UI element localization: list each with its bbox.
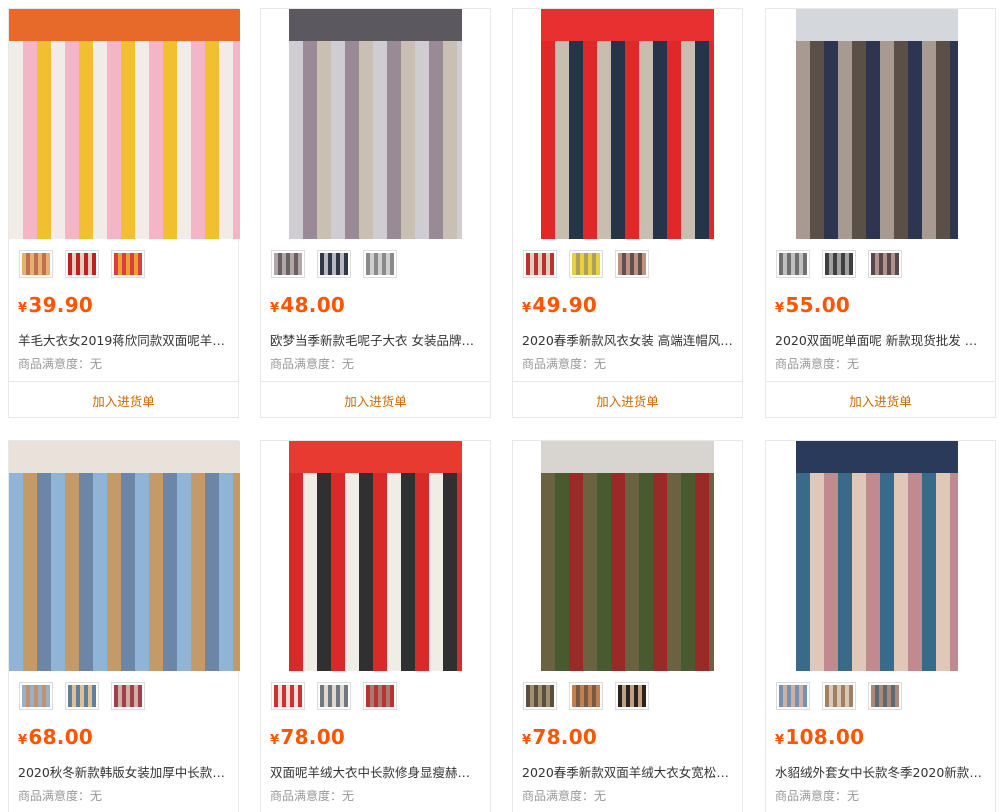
- thumbnail-image[interactable]: [317, 250, 351, 278]
- satisfaction-text: 商品满意度：无: [270, 357, 355, 371]
- satisfaction-text: 商品满意度：无: [775, 789, 860, 803]
- thumbnail-image[interactable]: [868, 250, 902, 278]
- thumbnail-image[interactable]: [19, 250, 53, 278]
- thumbnail-strip: [271, 250, 397, 278]
- product-price: ¥78.00: [270, 725, 345, 749]
- product-card[interactable]: ¥78.002020春季新款双面羊绒大衣女宽松款…商品满意度：无加入进货单: [512, 440, 743, 812]
- product-title[interactable]: 2020春季新款风衣女装 高端连帽风衣…: [522, 330, 734, 349]
- thumbnail-image[interactable]: [615, 682, 649, 710]
- thumbnail-strip: [776, 250, 902, 278]
- product-title[interactable]: 欧梦当季新款毛呢子大衣 女装品牌折…: [270, 330, 482, 349]
- product-image[interactable]: [289, 9, 462, 239]
- satisfaction-text: 商品满意度：无: [522, 789, 607, 803]
- currency-symbol: ¥: [270, 733, 280, 748]
- product-image[interactable]: [9, 9, 240, 239]
- currency-symbol: ¥: [522, 733, 532, 748]
- product-title[interactable]: 羊毛大衣女2019蒋欣同款双面呢羊绒…: [18, 330, 230, 349]
- product-image[interactable]: [796, 9, 958, 239]
- thumbnail-image[interactable]: [271, 250, 305, 278]
- currency-symbol: ¥: [18, 301, 28, 316]
- product-price: ¥68.00: [18, 725, 93, 749]
- thumbnail-image[interactable]: [615, 250, 649, 278]
- product-title[interactable]: 2020春季新款双面羊绒大衣女宽松款…: [522, 762, 734, 781]
- thumbnail-image[interactable]: [363, 250, 397, 278]
- product-price: ¥108.00: [775, 725, 864, 749]
- product-card[interactable]: ¥48.00 欧梦当季新款毛呢子大衣 女装品牌折… 商品满意度：无加入进货单: [260, 8, 491, 418]
- product-image[interactable]: [9, 441, 240, 671]
- currency-symbol: ¥: [522, 301, 532, 316]
- thumbnail-image[interactable]: [19, 682, 53, 710]
- thumbnail-strip: [523, 250, 649, 278]
- product-card[interactable]: ¥39.90 羊毛大衣女2019蒋欣同款双面呢羊绒… 商品满意度：无加入进货单: [8, 8, 240, 419]
- product-price: ¥48.00: [270, 293, 345, 317]
- currency-symbol: ¥: [775, 733, 785, 748]
- add-to-order-button[interactable]: 加入进货单: [261, 382, 490, 419]
- thumbnail-image[interactable]: [65, 682, 99, 710]
- thumbnail-image[interactable]: [523, 250, 557, 278]
- product-price: ¥55.00: [775, 293, 850, 317]
- satisfaction-text: 商品满意度：无: [270, 789, 355, 803]
- satisfaction-text: 商品满意度：无: [18, 789, 103, 803]
- thumbnail-strip: [523, 682, 649, 710]
- price-value: 68.00: [28, 725, 94, 749]
- price-value: 78.00: [532, 725, 598, 749]
- product-title[interactable]: 水貂绒外套女中长款冬季2020新款韩…: [775, 762, 987, 781]
- thumbnail-image[interactable]: [868, 682, 902, 710]
- product-image[interactable]: [541, 441, 714, 671]
- thumbnail-image[interactable]: [569, 250, 603, 278]
- price-value: 48.00: [280, 293, 346, 317]
- thumbnail-strip: [776, 682, 902, 710]
- add-to-order-button[interactable]: 加入进货单: [766, 382, 995, 419]
- satisfaction-text: 商品满意度：无: [775, 357, 860, 371]
- thumbnail-strip: [271, 682, 397, 710]
- product-card[interactable]: ¥55.00 2020双面呢单面呢 新款现货批发 秋… 商品满意度：无加入进货单: [765, 8, 996, 418]
- thumbnail-image[interactable]: [776, 250, 810, 278]
- thumbnail-image[interactable]: [363, 682, 397, 710]
- product-image[interactable]: [289, 441, 462, 671]
- thumbnail-image[interactable]: [822, 250, 856, 278]
- thumbnail-image[interactable]: [569, 682, 603, 710]
- product-title[interactable]: 双面呢羊绒大衣中长款修身显瘦赫本…: [270, 762, 482, 781]
- add-to-order-button[interactable]: 加入进货单: [9, 382, 238, 419]
- add-to-order-button[interactable]: 加入进货单: [513, 382, 742, 419]
- satisfaction-text: 商品满意度：无: [18, 357, 103, 371]
- thumbnail-image[interactable]: [317, 682, 351, 710]
- currency-symbol: ¥: [775, 301, 785, 316]
- product-title[interactable]: 2020双面呢单面呢 新款现货批发 秋…: [775, 330, 987, 349]
- price-value: 39.90: [28, 293, 94, 317]
- product-title[interactable]: 2020秋冬新款韩版女装加厚中长款毛…: [18, 762, 230, 781]
- thumbnail-image[interactable]: [111, 682, 145, 710]
- price-value: 108.00: [785, 725, 865, 749]
- thumbnail-image[interactable]: [776, 682, 810, 710]
- product-card[interactable]: ¥68.002020秋冬新款韩版女装加厚中长款毛…商品满意度：无加入进货单: [8, 440, 240, 812]
- product-price: ¥39.90: [18, 293, 93, 317]
- price-value: 55.00: [785, 293, 851, 317]
- thumbnail-strip: [19, 250, 145, 278]
- thumbnail-image[interactable]: [111, 250, 145, 278]
- price-value: 49.90: [532, 293, 598, 317]
- product-card[interactable]: ¥108.00水貂绒外套女中长款冬季2020新款韩…商品满意度：无加入进货单: [765, 440, 996, 812]
- product-image[interactable]: [541, 9, 714, 239]
- product-price: ¥49.90: [522, 293, 597, 317]
- thumbnail-image[interactable]: [523, 682, 557, 710]
- thumbnail-image[interactable]: [65, 250, 99, 278]
- satisfaction-text: 商品满意度：无: [522, 357, 607, 371]
- currency-symbol: ¥: [18, 733, 28, 748]
- product-image[interactable]: [796, 441, 958, 671]
- currency-symbol: ¥: [270, 301, 280, 316]
- product-card[interactable]: ¥49.90 2020春季新款风衣女装 高端连帽风衣… 商品满意度：无加入进货单: [512, 8, 743, 418]
- thumbnail-strip: [19, 682, 145, 710]
- thumbnail-image[interactable]: [271, 682, 305, 710]
- product-card[interactable]: ¥78.00双面呢羊绒大衣中长款修身显瘦赫本…商品满意度：无加入进货单: [260, 440, 491, 812]
- product-price: ¥78.00: [522, 725, 597, 749]
- thumbnail-image[interactable]: [822, 682, 856, 710]
- price-value: 78.00: [280, 725, 346, 749]
